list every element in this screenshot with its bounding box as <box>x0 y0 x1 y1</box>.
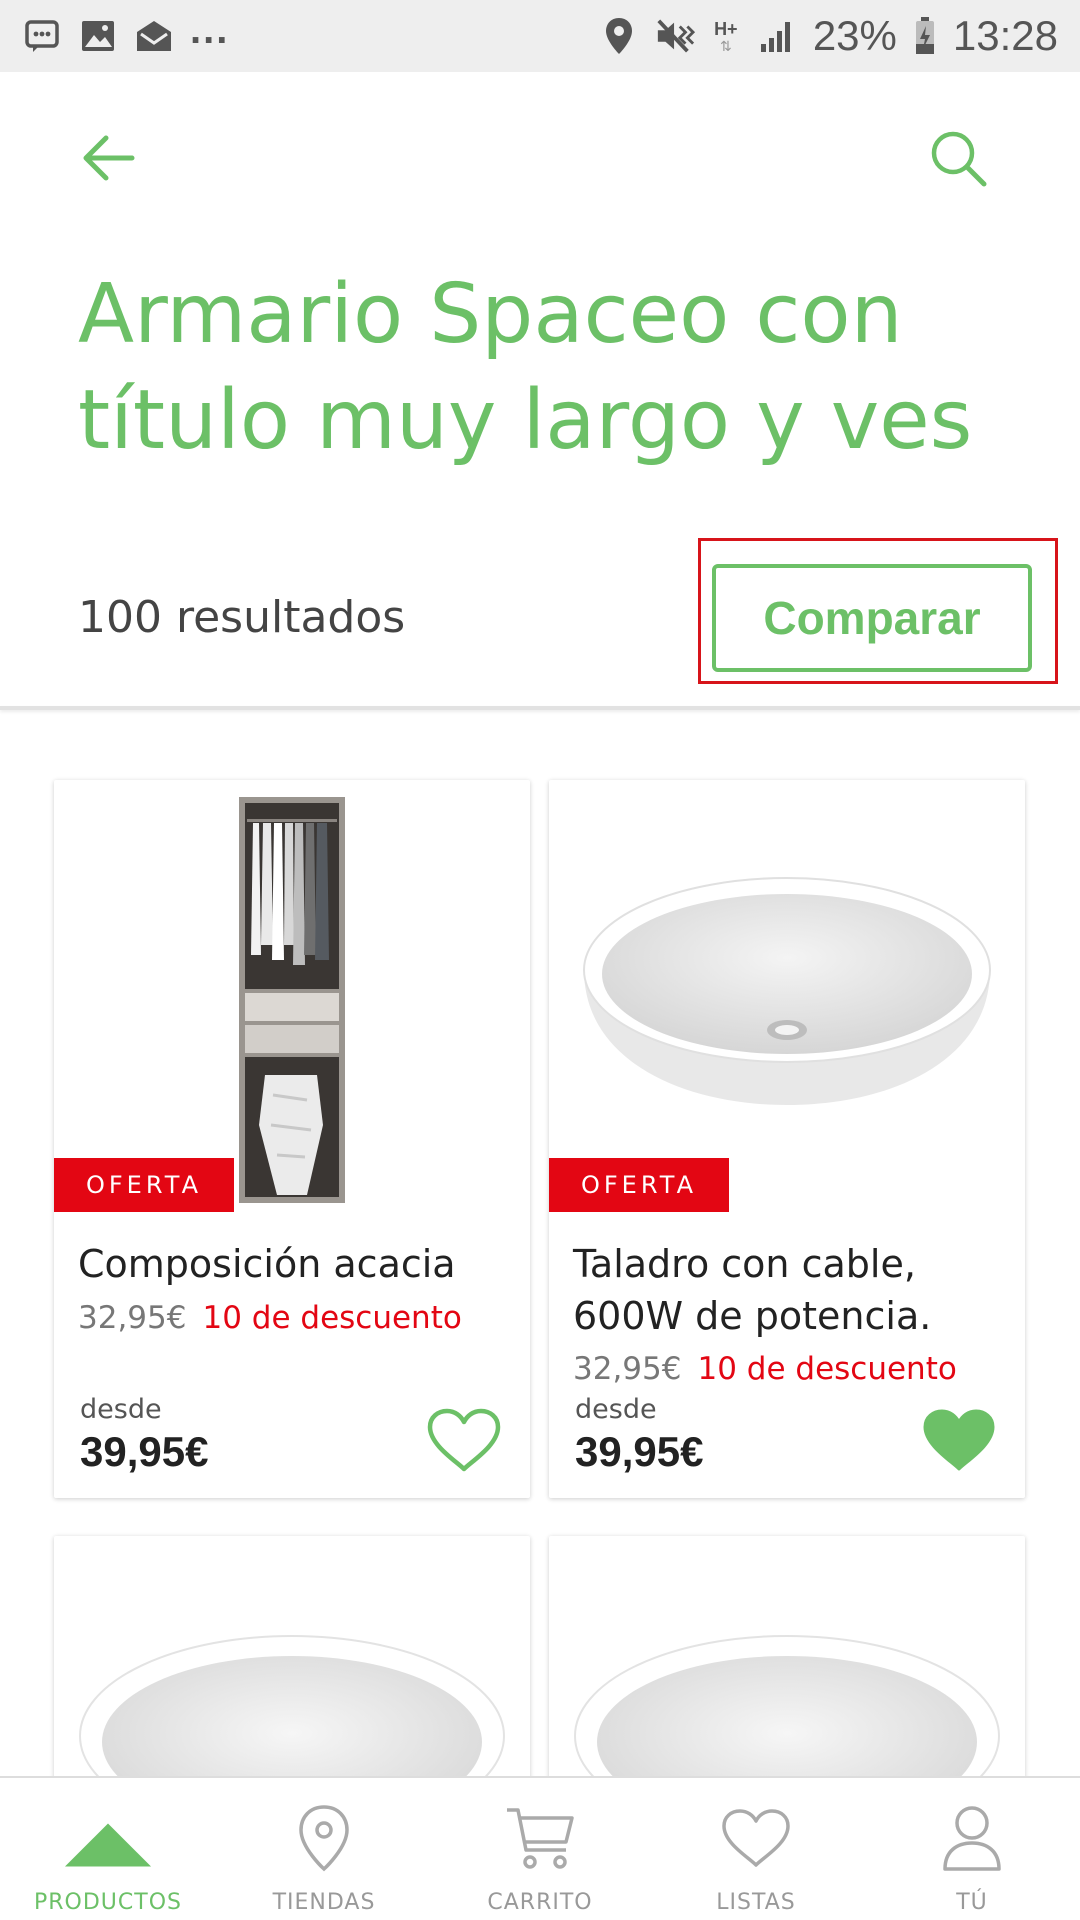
message-notification-icon <box>22 16 62 56</box>
heart-icon <box>711 1798 801 1878</box>
search-button[interactable] <box>920 122 996 198</box>
page-title: Armario Spaceo con título muy largo y ve… <box>78 267 973 468</box>
location-icon <box>599 16 639 56</box>
offer-badge: OFERTA <box>549 1158 729 1212</box>
battery-icon <box>913 16 937 56</box>
old-price: 32,95€ <box>78 1300 187 1336</box>
favorite-button[interactable] <box>919 1406 999 1478</box>
nav-label: LISTAS <box>716 1890 796 1915</box>
compare-button[interactable]: Comparar <box>712 564 1032 672</box>
nav-label: TIENDAS <box>272 1890 376 1915</box>
signal-icon <box>757 16 797 56</box>
search-icon <box>928 128 988 193</box>
network-type: H+ <box>714 19 738 39</box>
discount-label: 10 de descuento <box>697 1351 957 1387</box>
nav-item-tu[interactable]: TÚ <box>864 1778 1080 1920</box>
final-price: 39,95€ <box>575 1428 704 1475</box>
heart-outline-icon <box>426 1407 502 1478</box>
nav-item-listas[interactable]: LISTAS <box>648 1778 864 1920</box>
status-bar-system: H+ ⇅ 23% 13:28 <box>599 15 1058 57</box>
offer-badge: OFERTA <box>54 1158 234 1212</box>
clock: 13:28 <box>952 12 1058 59</box>
vibrate-icon <box>655 16 695 56</box>
from-label: desde <box>80 1394 162 1425</box>
status-bar: ... H+ ⇅ 23% 13:28 <box>0 0 1080 72</box>
image-notification-icon <box>78 16 118 56</box>
mail-notification-icon <box>134 16 174 56</box>
nav-label: PRODUCTOS <box>34 1890 182 1915</box>
notification-overflow: ... <box>190 8 230 52</box>
product-title[interactable]: Taladro con cable, 600W de potencia. <box>573 1238 1013 1342</box>
bottom-navigation: PRODUCTOS TIENDAS CARRITO LISTAS TÚ <box>0 1776 1080 1920</box>
nav-item-productos[interactable]: PRODUCTOS <box>0 1778 216 1920</box>
arrow-left-icon <box>80 133 136 188</box>
nav-item-carrito[interactable]: CARRITO <box>432 1778 648 1920</box>
nav-label: CARRITO <box>487 1890 593 1915</box>
product-card[interactable]: OFERTA Taladro con cable, 600W de potenc… <box>549 780 1025 1498</box>
price-line: 32,95€ 10 de descuento <box>78 1300 462 1336</box>
network-type-icon: H+ ⇅ <box>714 19 738 54</box>
from-label: desde <box>575 1394 657 1425</box>
favorite-button[interactable] <box>424 1406 504 1478</box>
cart-icon <box>495 1798 585 1878</box>
product-title[interactable]: Composición acacia <box>78 1238 518 1290</box>
header-divider <box>0 706 1080 710</box>
status-bar-notifications: ... <box>22 10 229 56</box>
nav-label: TÚ <box>956 1890 988 1915</box>
final-price: 39,95€ <box>80 1428 209 1475</box>
results-count: 100 resultados <box>78 592 406 643</box>
product-image-washbasin <box>549 780 1025 1210</box>
store-location-icon <box>279 1798 369 1878</box>
products-triangle-icon <box>63 1798 153 1878</box>
user-icon <box>927 1798 1017 1878</box>
discount-label: 10 de descuento <box>202 1300 462 1336</box>
product-card[interactable]: OFERTA Composición acacia 32,95€ 10 de d… <box>54 780 530 1498</box>
nav-item-tiendas[interactable]: TIENDAS <box>216 1778 432 1920</box>
product-image-wardrobe <box>54 780 530 1210</box>
price-line: 32,95€ 10 de descuento <box>573 1351 957 1387</box>
top-app-bar <box>0 72 1080 242</box>
heart-filled-icon <box>921 1407 997 1478</box>
old-price: 32,95€ <box>573 1351 682 1387</box>
screen: ... H+ ⇅ 23% 13:28 Armario Spaceo con tí… <box>0 0 1080 1920</box>
battery-percentage: 23% <box>812 12 897 59</box>
back-button[interactable] <box>70 122 146 198</box>
